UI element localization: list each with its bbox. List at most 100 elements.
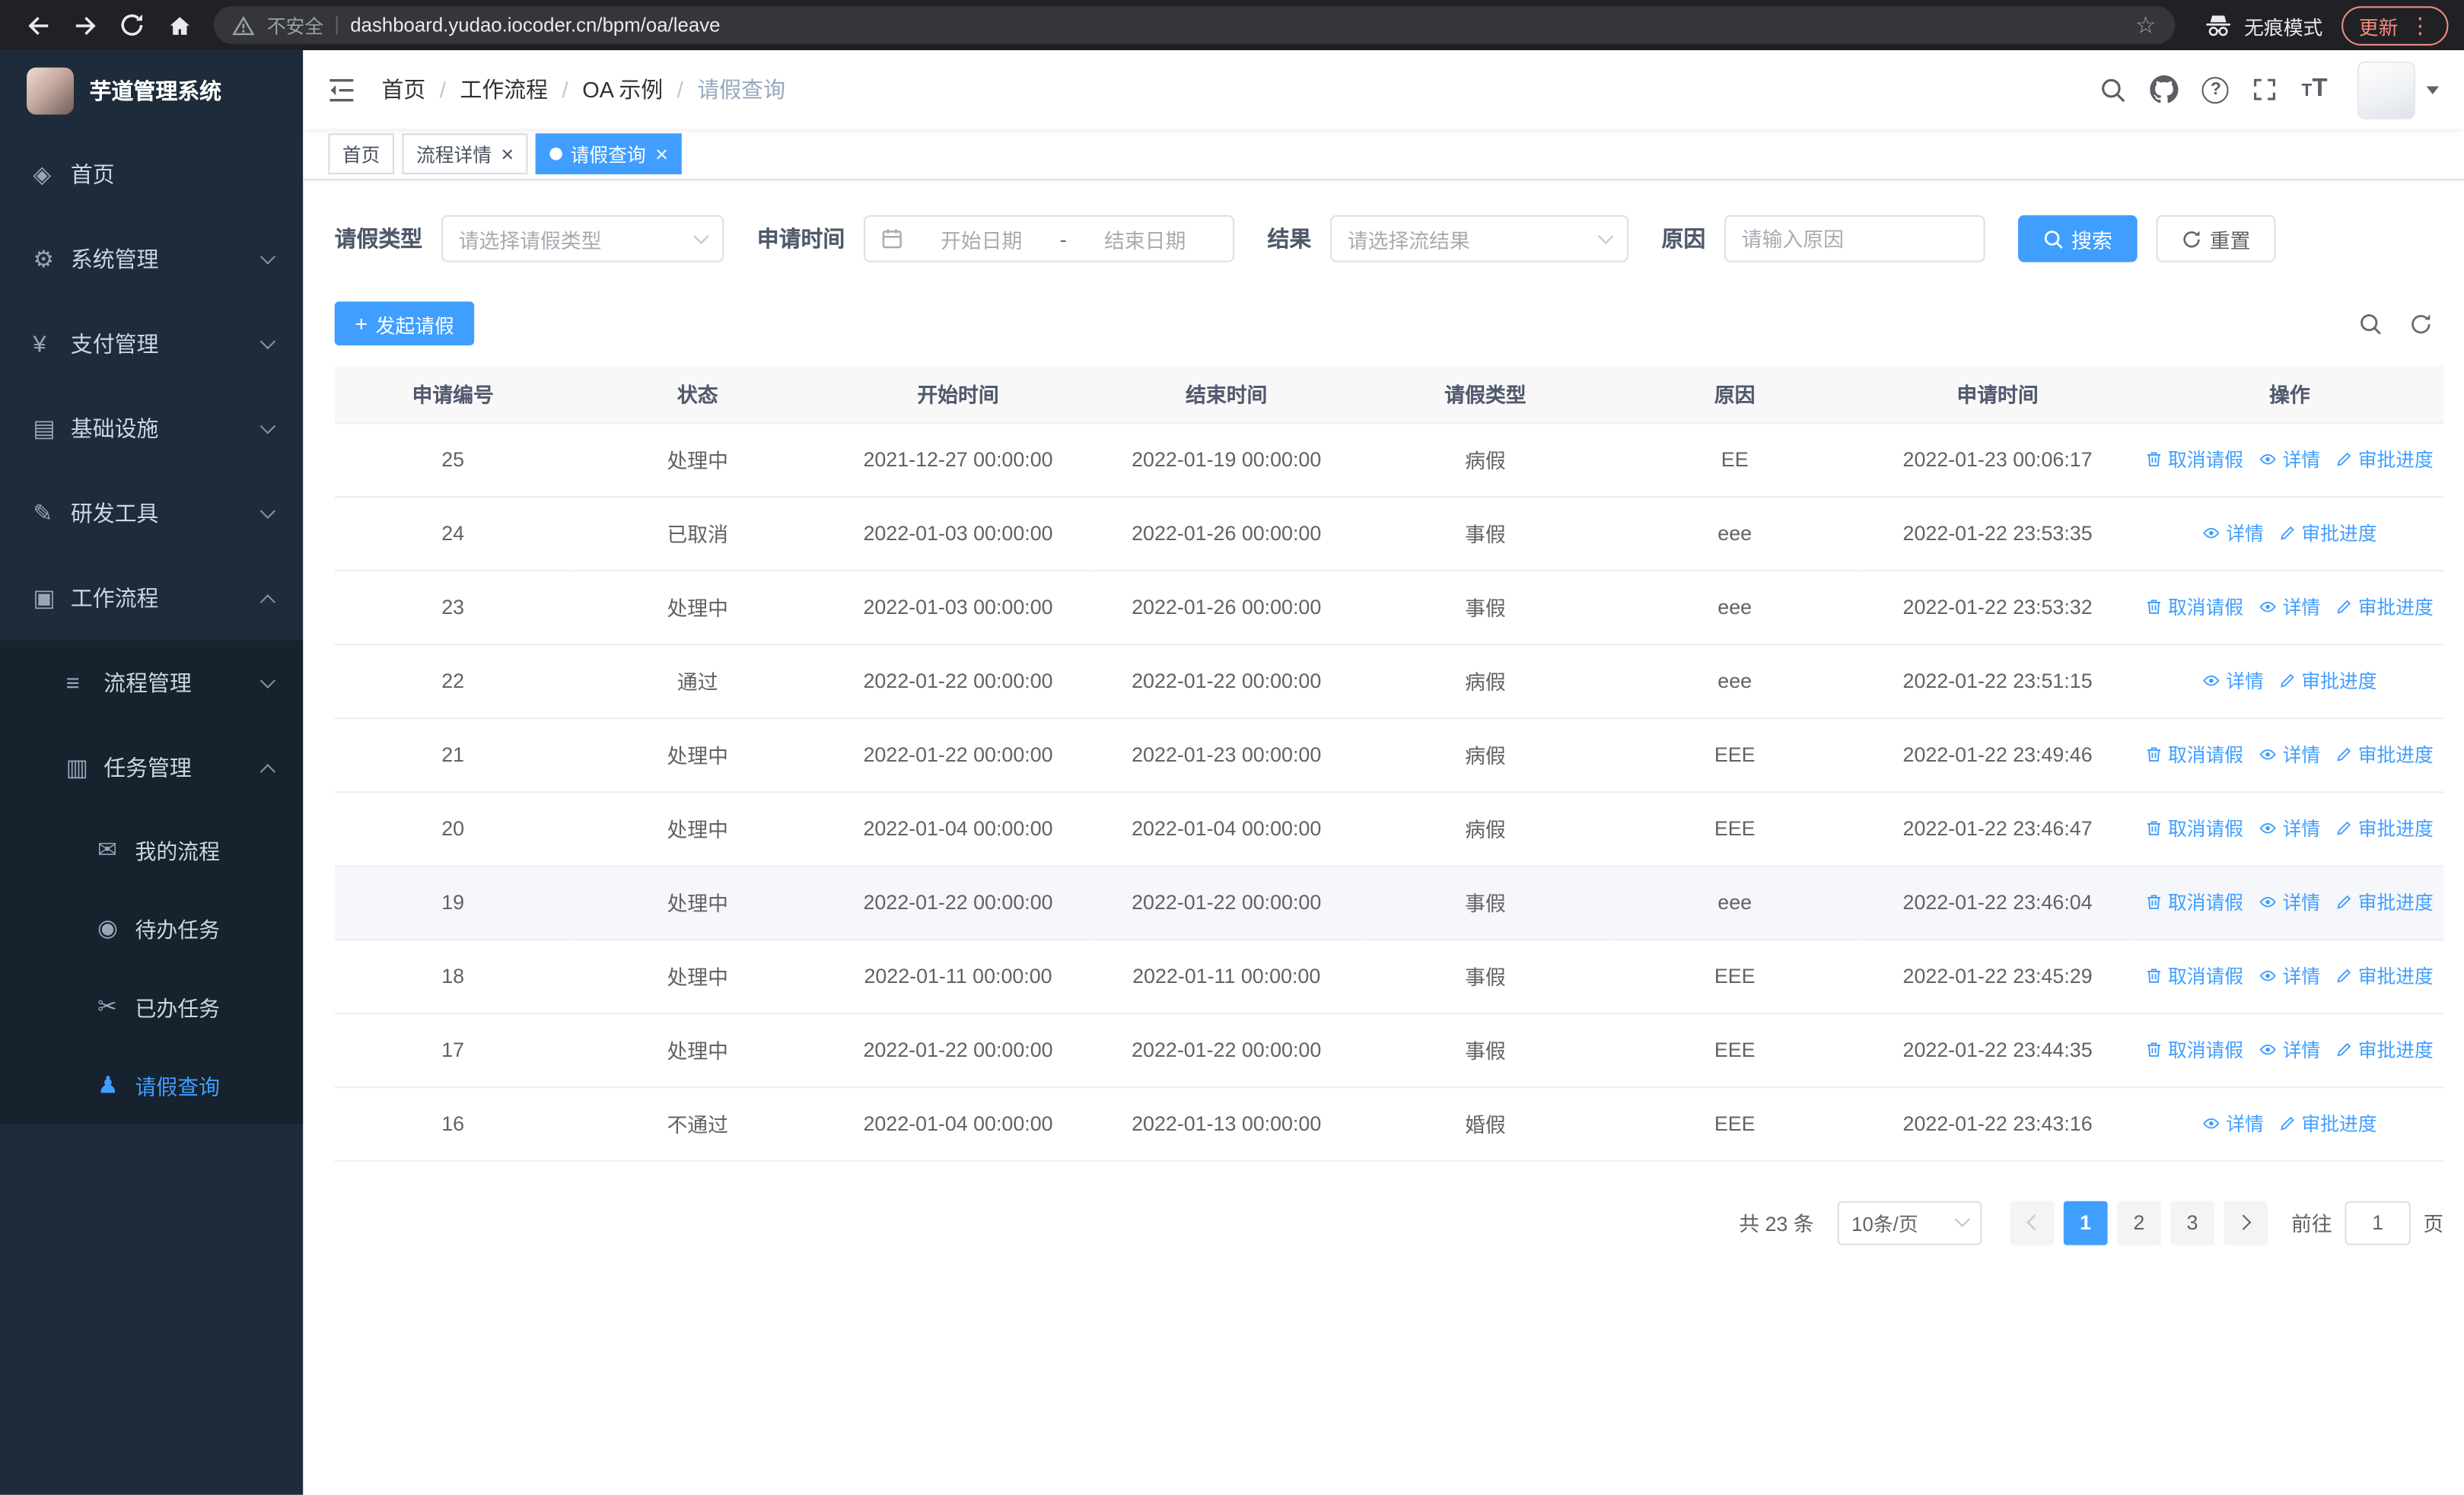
tag-leave-query[interactable]: 请假查询 × xyxy=(536,133,683,175)
sidebar-item-todo-tasks[interactable]: ◉ 待办任务 xyxy=(0,889,304,968)
sidebar-item-process-management[interactable]: ≡ 流程管理 xyxy=(0,641,304,726)
detail-link[interactable]: 详情 xyxy=(2259,1036,2320,1063)
sidebar-item-task-management[interactable]: ▥ 任务管理 xyxy=(0,725,304,810)
reset-button[interactable]: 重置 xyxy=(2156,215,2276,262)
cell-id: 24 xyxy=(334,496,571,571)
page-button-2[interactable]: 2 xyxy=(2116,1200,2161,1245)
detail-link[interactable]: 详情 xyxy=(2259,741,2320,768)
cell-status: 处理中 xyxy=(571,570,824,645)
breadcrumb-item[interactable]: OA 示例 xyxy=(582,74,663,105)
edit-icon xyxy=(2338,1042,2352,1057)
sidebar-item-home[interactable]: ◈ 首页 xyxy=(0,132,303,216)
bookmark-star-icon[interactable]: ☆ xyxy=(2135,11,2157,40)
cell-id: 18 xyxy=(334,939,571,1014)
font-size-button[interactable]: TT xyxy=(2301,75,2327,103)
detail-link[interactable]: 详情 xyxy=(2259,593,2320,620)
search-icon xyxy=(2361,313,2381,334)
cell-leave-type: 事假 xyxy=(1361,939,1610,1014)
page-button-1[interactable]: 1 xyxy=(2063,1200,2108,1245)
logo[interactable]: 芋道管理系统 xyxy=(0,50,303,132)
breadcrumb-item[interactable]: 工作流程 xyxy=(460,74,548,105)
approval-progress-link[interactable]: 审批进度 xyxy=(2336,593,2434,620)
delete-icon xyxy=(2147,747,2161,762)
user-menu[interactable] xyxy=(2357,60,2440,119)
delete-icon xyxy=(2147,600,2161,614)
goto-page-input[interactable] xyxy=(2345,1200,2411,1245)
cancel-leave-link[interactable]: 取消请假 xyxy=(2146,815,2243,841)
incognito-badge: 无痕模式 xyxy=(2203,10,2322,40)
cancel-leave-link[interactable]: 取消请假 xyxy=(2146,741,2243,768)
detail-link[interactable]: 详情 xyxy=(2259,962,2320,989)
detail-link[interactable]: 详情 xyxy=(2202,667,2264,694)
detail-link[interactable]: 详情 xyxy=(2259,889,2320,915)
close-tag-icon[interactable]: × xyxy=(655,143,668,165)
result-label: 结果 xyxy=(1267,226,1312,252)
page-size-select[interactable]: 10条/页 xyxy=(1837,1200,1982,1245)
help-button[interactable]: ? xyxy=(2202,76,2230,103)
cell-start-time: 2022-01-22 00:00:00 xyxy=(823,865,1093,940)
forward-button[interactable] xyxy=(63,3,107,47)
sidebar-item-devtools[interactable]: ✎ 研发工具 xyxy=(0,471,303,555)
approval-progress-link[interactable]: 审批进度 xyxy=(2336,889,2434,915)
approval-progress-link[interactable]: 审批进度 xyxy=(2336,741,2434,768)
address-bar[interactable]: 不安全 dashboard.yudao.iocoder.cn/bpm/oa/le… xyxy=(213,6,2176,44)
cell-start-time: 2022-01-03 00:00:00 xyxy=(823,570,1093,645)
reason-input[interactable] xyxy=(1741,227,1968,251)
sidebar-item-my-process[interactable]: ✉ 我的流程 xyxy=(0,810,304,889)
leave-type-select[interactable]: 请选择请假类型 xyxy=(441,215,724,262)
result-select[interactable]: 请选择流结果 xyxy=(1330,215,1629,262)
sidebar-item-done-tasks[interactable]: ✂ 已办任务 xyxy=(0,967,304,1046)
update-button[interactable]: 更新 ⋮ xyxy=(2341,5,2449,45)
tag-process-detail[interactable]: 流程详情 × xyxy=(402,133,528,175)
sidebar-item-leave-query[interactable]: ♟ 请假查询 xyxy=(0,1045,304,1124)
detail-link[interactable]: 详情 xyxy=(2259,446,2320,472)
browser-menu-icon[interactable]: ⋮ xyxy=(2409,14,2431,37)
sidebar-item-system-management[interactable]: ⚙ 系统管理 xyxy=(0,217,303,301)
cell-id: 20 xyxy=(334,791,571,867)
sidebar-item-workflow[interactable]: ▣ 工作流程 xyxy=(0,556,303,641)
approval-progress-link[interactable]: 审批进度 xyxy=(2280,1110,2376,1137)
apply-time-range-picker[interactable]: 开始日期 - 结束日期 xyxy=(864,215,1235,262)
search-button[interactable] xyxy=(2100,76,2127,103)
detail-link[interactable]: 详情 xyxy=(2202,1110,2264,1137)
approval-progress-link[interactable]: 审批进度 xyxy=(2336,1036,2434,1063)
refresh-table-button[interactable] xyxy=(2409,312,2433,336)
page-button-3[interactable]: 3 xyxy=(2170,1200,2214,1245)
github-button[interactable] xyxy=(2150,75,2179,103)
column-header: 状态 xyxy=(571,365,824,424)
prev-page-button[interactable] xyxy=(2010,1200,2055,1245)
back-button[interactable] xyxy=(16,3,60,47)
approval-progress-link[interactable]: 审批进度 xyxy=(2336,446,2434,472)
approval-progress-link[interactable]: 审批进度 xyxy=(2280,520,2376,546)
cancel-leave-link[interactable]: 取消请假 xyxy=(2146,446,2243,472)
fullscreen-icon xyxy=(2255,78,2276,100)
cell-apply-time: 2022-01-22 23:43:16 xyxy=(1859,1086,2136,1162)
close-tag-icon[interactable]: × xyxy=(501,143,514,165)
detail-link[interactable]: 详情 xyxy=(2202,520,2264,546)
cell-apply-time: 2022-01-22 23:46:47 xyxy=(1859,791,2136,867)
sidebar-item-infrastructure[interactable]: ▤ 基础设施 xyxy=(0,386,303,471)
cancel-leave-link[interactable]: 取消请假 xyxy=(2146,889,2243,915)
cancel-leave-link[interactable]: 取消请假 xyxy=(2146,962,2243,989)
fullscreen-button[interactable] xyxy=(2252,77,2278,102)
tag-home[interactable]: 首页 xyxy=(328,133,395,175)
cell-apply-time: 2022-01-22 23:51:15 xyxy=(1859,644,2136,719)
sidebar-item-payment-management[interactable]: ¥ 支付管理 xyxy=(0,301,303,386)
collapse-sidebar-icon[interactable] xyxy=(328,78,355,101)
home-button[interactable] xyxy=(157,3,201,47)
back-arrow-icon xyxy=(27,16,48,34)
create-leave-button[interactable]: + 发起请假 xyxy=(334,301,475,346)
cancel-leave-link[interactable]: 取消请假 xyxy=(2146,593,2243,620)
toggle-search-button[interactable] xyxy=(2359,312,2383,336)
cell-actions: 取消请假 详情 审批进度 xyxy=(2135,1013,2444,1088)
next-page-button[interactable] xyxy=(2224,1200,2268,1245)
breadcrumb-item[interactable]: 首页 xyxy=(382,74,426,105)
cell-start-time: 2022-01-03 00:00:00 xyxy=(823,496,1093,571)
approval-progress-link[interactable]: 审批进度 xyxy=(2336,962,2434,989)
cancel-leave-link[interactable]: 取消请假 xyxy=(2146,1036,2243,1063)
reload-button[interactable] xyxy=(110,3,154,47)
search-button[interactable]: 搜索 xyxy=(2017,215,2138,262)
detail-link[interactable]: 详情 xyxy=(2259,815,2320,841)
approval-progress-link[interactable]: 审批进度 xyxy=(2280,667,2376,694)
approval-progress-link[interactable]: 审批进度 xyxy=(2336,815,2434,841)
